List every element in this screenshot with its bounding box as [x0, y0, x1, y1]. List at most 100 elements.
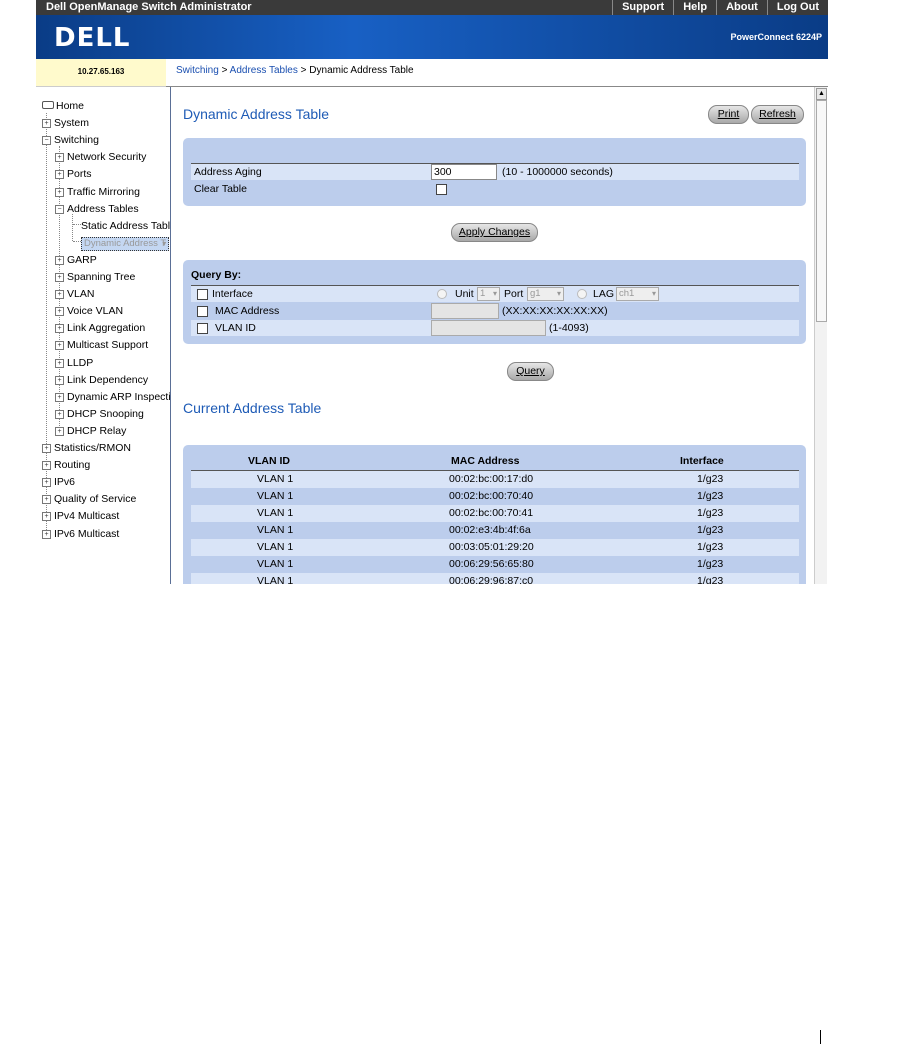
- sidebar-item-link-aggregation[interactable]: + Link Aggregation: [55, 322, 145, 334]
- cell-mac-address: 00:02:bc:00:17:d0: [449, 473, 534, 485]
- expand-icon[interactable]: +: [55, 307, 64, 317]
- interface-checkbox[interactable]: [197, 289, 208, 300]
- clear-table-label: Clear Table: [194, 183, 247, 195]
- expand-icon[interactable]: +: [55, 426, 64, 436]
- cell-vlan-id: VLAN 1: [257, 473, 294, 485]
- vlan-id-input[interactable]: [431, 320, 546, 336]
- sidebar-item-multicast-support[interactable]: + Multicast Support: [55, 339, 148, 351]
- expand-icon[interactable]: +: [55, 392, 64, 402]
- col-header-interface: Interface: [680, 455, 724, 467]
- expand-icon[interactable]: +: [42, 512, 51, 522]
- expand-icon[interactable]: +: [42, 495, 51, 505]
- sidebar-item-home[interactable]: Home: [42, 100, 84, 112]
- vlan-id-checkbox[interactable]: [197, 323, 208, 334]
- expand-icon[interactable]: +: [55, 255, 64, 265]
- expand-icon[interactable]: +: [55, 358, 64, 368]
- sidebar-item-switching[interactable]: − Switching: [42, 134, 99, 146]
- table-row: VLAN 1 00:02:e3:4b:4f:6a 1/g23: [191, 522, 799, 539]
- sidebar-item-ipv6[interactable]: + IPv6: [42, 476, 75, 488]
- sidebar-item-quality-of-service[interactable]: + Quality of Service: [42, 493, 136, 505]
- sidebar-item-voice-vlan[interactable]: + Voice VLAN: [55, 305, 123, 317]
- sidebar-item-vlan[interactable]: + VLAN: [55, 288, 94, 300]
- logout-link[interactable]: Log Out: [766, 0, 828, 15]
- collapse-icon[interactable]: −: [42, 136, 51, 146]
- sidebar-item-traffic-mirroring[interactable]: + Traffic Mirroring: [55, 186, 140, 198]
- query-button[interactable]: Query: [507, 362, 554, 381]
- sidebar-item-link-dependency[interactable]: + Link Dependency: [55, 374, 148, 386]
- unit-select[interactable]: 1: [477, 287, 500, 301]
- expand-icon[interactable]: +: [55, 341, 64, 351]
- sidebar-item-label: DHCP Relay: [67, 424, 127, 437]
- cell-vlan-id: VLAN 1: [257, 507, 294, 519]
- expand-icon[interactable]: +: [42, 478, 51, 488]
- breadcrumb-address-tables[interactable]: Address Tables: [230, 65, 298, 76]
- lag-radio[interactable]: [577, 289, 587, 299]
- expand-icon[interactable]: +: [55, 290, 64, 300]
- ip-address: 10.27.65.163: [36, 59, 166, 87]
- support-link[interactable]: Support: [612, 0, 673, 15]
- port-label: Port: [504, 288, 524, 300]
- vlan-id-label: VLAN ID: [215, 322, 256, 334]
- breadcrumb-current: Dynamic Address Table: [309, 65, 414, 76]
- print-button[interactable]: Print: [708, 105, 749, 124]
- unit-radio[interactable]: [437, 289, 447, 299]
- sidebar-item-lldp[interactable]: + LLDP: [55, 357, 93, 369]
- apply-changes-button[interactable]: Apply Changes: [451, 223, 538, 242]
- sidebar-item-label: IPv4 Multicast: [54, 510, 120, 523]
- sidebar-item-dynamic-arp-inspecti[interactable]: + Dynamic ARP Inspecti: [55, 391, 170, 403]
- lag-label: LAG: [593, 288, 615, 300]
- about-link[interactable]: About: [716, 0, 767, 15]
- expand-icon[interactable]: +: [42, 529, 51, 539]
- sidebar-item-garp[interactable]: + GARP: [55, 254, 97, 266]
- sidebar-item-system[interactable]: + System: [42, 117, 89, 129]
- expand-icon[interactable]: +: [42, 461, 51, 471]
- lag-select[interactable]: ch1: [616, 287, 659, 301]
- sidebar-item-dhcp-relay[interactable]: + DHCP Relay: [55, 425, 126, 437]
- sidebar-item-ipv6-multicast[interactable]: + IPv6 Multicast: [42, 528, 119, 540]
- sidebar-item-routing[interactable]: + Routing: [42, 459, 90, 471]
- refresh-button[interactable]: Refresh: [751, 105, 804, 124]
- port-select[interactable]: g1: [527, 287, 564, 301]
- expand-icon[interactable]: +: [42, 444, 51, 453]
- dell-logo: DELL: [54, 23, 131, 53]
- sidebar-item-static-address-tabl[interactable]: Static Address Tabl: [81, 220, 170, 232]
- sidebar-item-ipv4-multicast[interactable]: + IPv4 Multicast: [42, 510, 119, 522]
- address-aging-input[interactable]: 300: [431, 164, 497, 180]
- sidebar-item-dynamic-address-t[interactable]: Dynamic Address T: [81, 236, 170, 251]
- help-link[interactable]: Help: [673, 0, 716, 15]
- table-row: VLAN 1 00:02:bc:00:70:41 1/g23: [191, 505, 799, 522]
- expand-icon[interactable]: +: [55, 324, 64, 334]
- sidebar-item-spanning-tree[interactable]: + Spanning Tree: [55, 271, 135, 283]
- sidebar-item-network-security[interactable]: + Network Security: [55, 151, 146, 163]
- sidebar-item-label: DHCP Snooping: [67, 407, 144, 420]
- col-header-vlan-id: VLAN ID: [248, 455, 290, 467]
- cell-vlan-id: VLAN 1: [257, 490, 294, 502]
- scroll-thumb[interactable]: [816, 100, 827, 322]
- sidebar-item-ports[interactable]: + Ports: [55, 168, 92, 180]
- expand-icon[interactable]: +: [55, 170, 64, 180]
- expand-icon[interactable]: +: [55, 273, 64, 282]
- expand-icon[interactable]: +: [42, 119, 51, 129]
- address-aging-hint: (10 - 1000000 seconds): [502, 166, 613, 178]
- table-row: VLAN 1 00:02:bc:00:17:d0 1/g23: [191, 471, 799, 488]
- tree-line: [72, 214, 73, 241]
- clear-table-checkbox[interactable]: [436, 184, 447, 195]
- scroll-up-icon[interactable]: ▲: [816, 88, 827, 100]
- mac-address-input[interactable]: [431, 303, 499, 319]
- sidebar-item-statistics-rmon[interactable]: + Statistics/RMON: [42, 442, 131, 454]
- breadcrumb-switching[interactable]: Switching: [176, 65, 219, 76]
- expand-icon[interactable]: +: [55, 375, 64, 385]
- mac-address-checkbox[interactable]: [197, 306, 208, 317]
- sidebar-item-dhcp-snooping[interactable]: + DHCP Snooping: [55, 408, 144, 420]
- expand-icon[interactable]: +: [55, 187, 64, 197]
- unit-label: Unit: [455, 288, 474, 300]
- sidebar-item-address-tables[interactable]: − Address Tables: [55, 203, 139, 215]
- sidebar-item-label: Static Address Tabl: [81, 219, 171, 232]
- table-body: VLAN 1 00:02:bc:00:17:d0 1/g23 VLAN 1 00:02:…: [183, 471, 806, 584]
- current-address-table-title: Current Address Table: [183, 400, 322, 416]
- collapse-icon[interactable]: −: [55, 204, 64, 214]
- vertical-scrollbar[interactable]: ▲: [814, 87, 827, 584]
- expand-icon[interactable]: +: [55, 409, 64, 419]
- expand-icon[interactable]: +: [55, 153, 64, 163]
- breadcrumb-separator: >: [218, 65, 230, 76]
